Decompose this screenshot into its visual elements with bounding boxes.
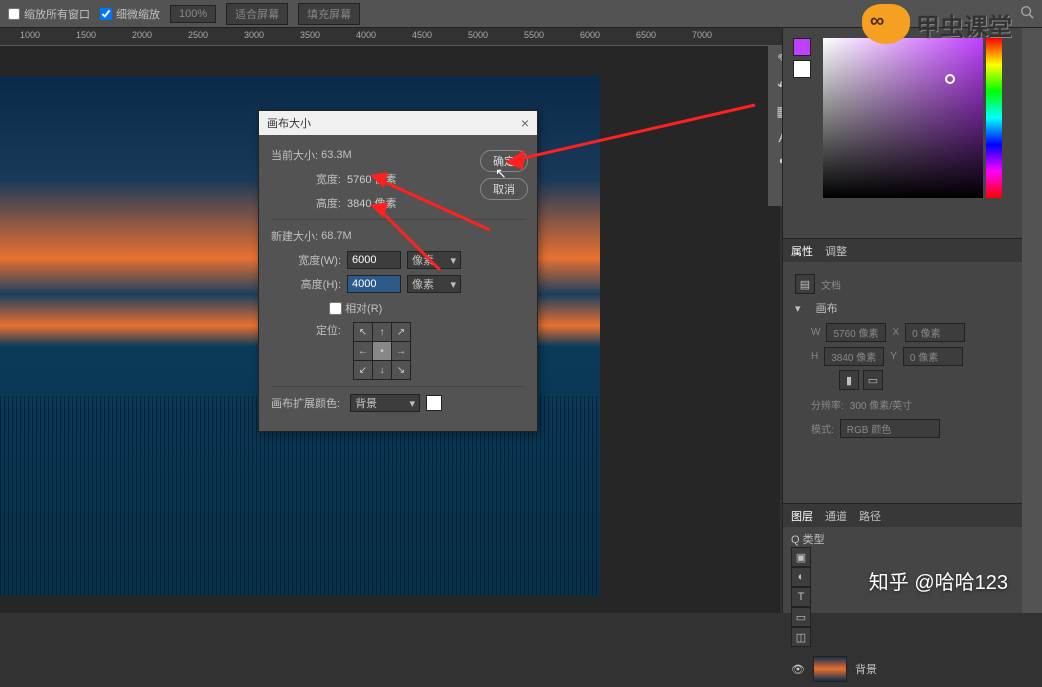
dialog-title: 画布大小 bbox=[267, 115, 311, 131]
new-height-label: 高度(H): bbox=[271, 276, 341, 292]
height-input[interactable] bbox=[347, 275, 401, 293]
filter-image-icon[interactable]: ▣ bbox=[791, 547, 811, 567]
orientation-portrait-icon[interactable]: ▮ bbox=[839, 370, 859, 390]
tab-properties[interactable]: 属性 bbox=[791, 243, 813, 259]
relative-checkbox[interactable] bbox=[329, 302, 342, 315]
new-size-label: 新建大小: bbox=[271, 228, 318, 244]
search-icon[interactable] bbox=[1020, 5, 1034, 22]
layer-row-background[interactable]: 👁 背景 bbox=[783, 651, 1022, 687]
relative-label: 相对(R) bbox=[345, 300, 382, 316]
tab-adjustments[interactable]: 调整 bbox=[825, 243, 847, 259]
filter-shape-icon[interactable]: ▭ bbox=[791, 607, 811, 627]
cur-width-label: 宽度: bbox=[271, 171, 341, 187]
width-unit-select[interactable]: 像素▾ bbox=[407, 251, 461, 269]
collapsed-panel-dock[interactable] bbox=[1022, 28, 1042, 613]
prop-height[interactable]: 3840 像素 bbox=[824, 347, 884, 366]
prop-resolution: 300 像素/英寸 bbox=[850, 397, 912, 412]
width-input[interactable] bbox=[347, 251, 401, 269]
zoom-all-windows-checkbox[interactable]: 缩放所有窗口 bbox=[8, 6, 90, 22]
cur-height-value: 3840 像素 bbox=[347, 195, 397, 211]
visibility-eye-icon[interactable]: 👁 bbox=[791, 663, 805, 676]
cursor-icon: ↖ bbox=[495, 165, 507, 182]
close-icon[interactable]: × bbox=[521, 115, 529, 131]
new-width-label: 宽度(W): bbox=[271, 252, 341, 268]
tab-channels[interactable]: 通道 bbox=[825, 508, 847, 524]
properties-panel: ▤文档 ▾ 画布 W5760 像素 X0 像素 H3840 像素 Y0 像素 ▮… bbox=[783, 262, 1022, 450]
fine-zoom-checkbox[interactable]: 细微缩放 bbox=[100, 6, 160, 22]
extension-color-swatch[interactable] bbox=[426, 395, 442, 411]
filter-smart-icon[interactable]: ◫ bbox=[791, 627, 811, 647]
color-field[interactable] bbox=[823, 38, 983, 198]
height-unit-select[interactable]: 像素▾ bbox=[407, 275, 461, 293]
anchor-grid[interactable]: ↖↑↗ ←•→ ↙↓↘ bbox=[353, 322, 411, 380]
document-label: 文档 bbox=[821, 277, 841, 292]
current-size-value: 63.3M bbox=[321, 149, 352, 161]
current-size-label: 当前大小: bbox=[271, 147, 318, 163]
watermark-logo: 甲虫课堂 bbox=[862, 4, 1012, 44]
tab-layers[interactable]: 图层 bbox=[791, 508, 813, 524]
prop-x[interactable]: 0 像素 bbox=[905, 323, 965, 342]
dialog-titlebar[interactable]: 画布大小 × bbox=[259, 111, 537, 135]
layer-thumbnail bbox=[813, 656, 847, 682]
zoom-pct-field[interactable]: 100% bbox=[170, 5, 216, 23]
tab-paths[interactable]: 路径 bbox=[859, 508, 881, 524]
properties-panel-tabs: 属性 调整 bbox=[783, 238, 1022, 262]
fit-screen-button[interactable]: 适合屏幕 bbox=[226, 3, 288, 25]
canvas-group-toggle[interactable]: ▾ bbox=[795, 302, 801, 315]
prop-y[interactable]: 0 像素 bbox=[903, 347, 963, 366]
anchor-label: 定位: bbox=[271, 322, 341, 338]
watermark-text: 知乎 @哈哈123 bbox=[869, 566, 1008, 595]
cur-width-value: 5760 像素 bbox=[347, 171, 397, 187]
filter-adjust-icon[interactable]: ◐ bbox=[791, 567, 811, 587]
prop-width[interactable]: 5760 像素 bbox=[826, 323, 886, 342]
fill-screen-button[interactable]: 填充屏幕 bbox=[298, 3, 360, 25]
color-panel bbox=[783, 28, 1022, 238]
orientation-landscape-icon[interactable]: ▭ bbox=[863, 370, 883, 390]
cur-height-label: 高度: bbox=[271, 195, 341, 211]
extension-color-select[interactable]: 背景▾ bbox=[350, 394, 420, 412]
hue-slider[interactable] bbox=[986, 38, 1002, 198]
document-icon: ▤ bbox=[795, 274, 815, 294]
layer-name: 背景 bbox=[855, 661, 877, 677]
fg-bg-swatches[interactable] bbox=[793, 38, 811, 82]
extension-color-label: 画布扩展颜色: bbox=[271, 395, 340, 411]
new-size-value: 68.7M bbox=[321, 230, 352, 242]
layer-kind-filter[interactable]: Q 类型 bbox=[791, 534, 825, 546]
right-panel-stack: 属性 调整 ▤文档 ▾ 画布 W5760 像素 X0 像素 H3840 像素 Y… bbox=[782, 28, 1022, 613]
layers-panel: 图层 通道 路径 Q 类型 ▣ ◐ T ▭ ◫ 👁 背景 bbox=[783, 503, 1022, 613]
filter-type-icon[interactable]: T bbox=[791, 587, 811, 607]
prop-mode-select[interactable]: RGB 颜色 bbox=[840, 419, 940, 438]
